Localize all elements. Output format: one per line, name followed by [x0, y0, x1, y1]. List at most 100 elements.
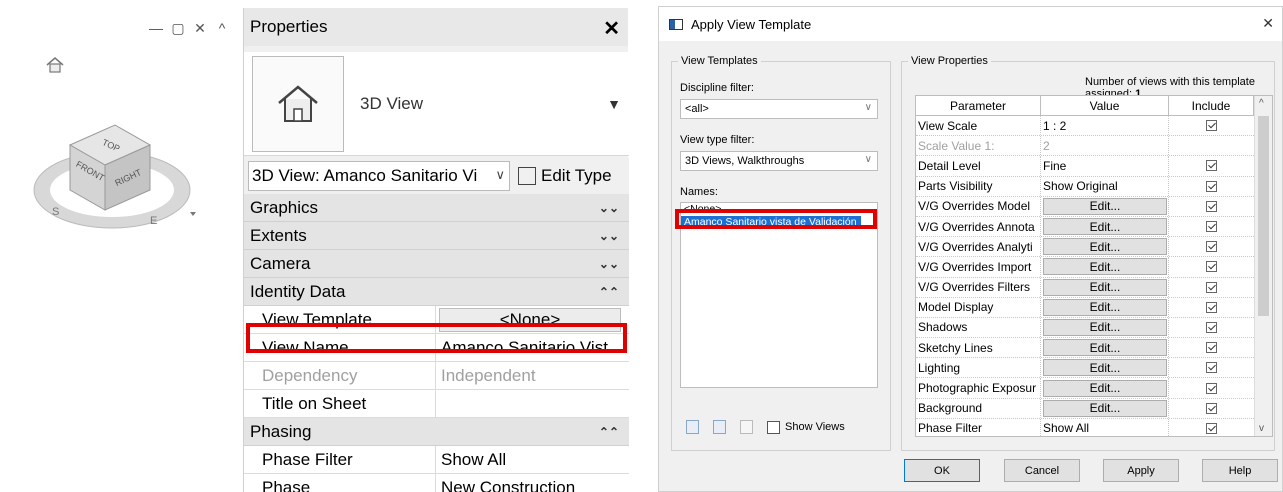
list-item[interactable]: <None> — [681, 203, 877, 216]
row-phase: Phase New Construction — [244, 474, 629, 492]
chevron-down-icon[interactable]: ∨ — [495, 167, 505, 183]
section-phasing[interactable]: Phasing ⌃⌃ — [244, 418, 629, 446]
close-icon[interactable]: ✕ — [603, 16, 620, 41]
names-list[interactable]: <None> Amanco Sanitario vista de Validac… — [680, 202, 878, 388]
ok-button[interactable]: OK — [904, 459, 980, 482]
duplicate-icon[interactable] — [686, 420, 699, 434]
section-camera[interactable]: Camera ⌄⌄ — [244, 250, 629, 278]
value-cell[interactable]: 1 : 2 — [1041, 116, 1169, 136]
show-views-checkbox[interactable]: Show Views — [767, 420, 845, 434]
include-cell — [1169, 419, 1254, 436]
section-extents[interactable]: Extents ⌄⌄ — [244, 222, 629, 250]
include-checkbox[interactable] — [1206, 342, 1217, 354]
include-checkbox[interactable] — [1206, 422, 1217, 434]
view-type-filter-select[interactable]: 3D Views, Walkthroughs ∨ — [680, 151, 878, 171]
group-title: View Templates — [678, 55, 761, 67]
restore-icon[interactable]: ▢ — [170, 20, 186, 37]
row-dependency: Dependency Independent — [244, 362, 629, 390]
value-cell: Edit... — [1041, 257, 1169, 277]
title-on-sheet-field[interactable] — [436, 390, 629, 417]
include-checkbox[interactable] — [1206, 321, 1217, 333]
scroll-down-icon[interactable]: v — [1259, 423, 1264, 434]
value-cell[interactable]: Show All — [1041, 418, 1169, 436]
list-item-selected[interactable]: Amanco Sanitario vista de Validación — [681, 216, 861, 229]
checkbox[interactable] — [767, 420, 780, 434]
phase-field[interactable]: New Construction — [436, 474, 629, 492]
chevron-up-icon[interactable]: ^ — [214, 20, 230, 37]
edit-button[interactable]: Edit... — [1043, 359, 1167, 377]
home-icon[interactable] — [44, 54, 66, 76]
section-graphics[interactable]: Graphics ⌄⌄ — [244, 194, 629, 222]
parameter-cell: V/G Overrides Filters — [916, 277, 1041, 297]
minimize-icon[interactable]: — — [148, 20, 164, 37]
viewport-3d[interactable]: — ▢ ✕ ^ TOP FRONT RIGHT S E — [0, 0, 240, 492]
chevron-down-icon[interactable]: ▼ — [607, 96, 621, 112]
edit-button[interactable]: Edit... — [1043, 399, 1167, 417]
column-header: Parameter — [916, 96, 1041, 115]
include-cell — [1169, 197, 1254, 216]
row-label: View Name — [248, 334, 436, 361]
instance-row: 3D View: Amanco Sanitario Vi ∨ Edit Type — [244, 158, 629, 194]
include-checkbox[interactable] — [1206, 281, 1217, 293]
edit-button[interactable]: Edit... — [1043, 258, 1167, 276]
include-cell — [1169, 378, 1254, 397]
value-cell[interactable]: Show Original — [1041, 176, 1169, 196]
edit-button[interactable]: Edit... — [1043, 218, 1167, 236]
type-selector[interactable]: 3D View ▼ — [244, 52, 629, 156]
parameter-cell: Parts Visibility — [916, 176, 1041, 196]
edit-type-button[interactable]: Edit Type — [518, 166, 612, 186]
instance-selector-label: 3D View: Amanco Sanitario Vi — [252, 166, 478, 185]
section-label: Identity Data — [250, 281, 346, 301]
value-cell[interactable]: Fine — [1041, 156, 1169, 176]
compass-east[interactable]: E — [150, 215, 157, 227]
include-checkbox[interactable] — [1206, 402, 1217, 414]
include-checkbox[interactable] — [1206, 120, 1217, 132]
edit-button[interactable]: Edit... — [1043, 278, 1167, 296]
include-checkbox[interactable] — [1206, 160, 1217, 172]
include-checkbox[interactable] — [1206, 241, 1217, 253]
close-icon[interactable]: ✕ — [1262, 15, 1274, 32]
discipline-filter-select[interactable]: <all> ∨ — [680, 99, 878, 119]
table-row: Model Display Edit... — [916, 297, 1272, 318]
include-cell — [1169, 136, 1254, 155]
edit-button[interactable]: Edit... — [1043, 298, 1167, 316]
compass-south[interactable]: S — [52, 206, 59, 218]
include-checkbox[interactable] — [1206, 261, 1217, 273]
include-checkbox[interactable] — [1206, 180, 1217, 192]
include-checkbox[interactable] — [1206, 301, 1217, 313]
parameter-cell: Sketchy Lines — [916, 338, 1041, 358]
scroll-up-icon[interactable]: ^ — [1259, 98, 1264, 109]
row-view-name: View Name Amanco Sanitario Vist... — [244, 334, 629, 362]
phase-filter-field[interactable]: Show All — [436, 446, 629, 473]
edit-button[interactable]: Edit... — [1043, 318, 1167, 336]
chevron-double-up-icon: ⌃⌃ — [598, 424, 619, 439]
close-icon[interactable]: ✕ — [192, 20, 208, 37]
delete-icon[interactable] — [740, 420, 753, 434]
include-checkbox[interactable] — [1206, 200, 1217, 212]
section-label: Graphics — [250, 197, 319, 217]
parameter-cell: View Scale — [916, 116, 1041, 136]
apply-button[interactable]: Apply — [1103, 459, 1179, 482]
edit-button[interactable]: Edit... — [1043, 379, 1167, 397]
edit-button[interactable]: Edit... — [1043, 238, 1167, 256]
help-button[interactable]: Help — [1202, 459, 1278, 482]
include-cell — [1169, 278, 1254, 297]
instance-selector[interactable]: 3D View: Amanco Sanitario Vi ∨ — [248, 161, 510, 191]
view-name-field[interactable]: Amanco Sanitario Vist... — [436, 334, 629, 361]
house-icon — [278, 85, 318, 122]
edit-button[interactable]: Edit... — [1043, 197, 1167, 215]
scrollbar-thumb[interactable] — [1258, 116, 1269, 316]
include-checkbox[interactable] — [1206, 362, 1217, 374]
view-cube[interactable]: TOP FRONT RIGHT S E — [30, 90, 210, 250]
include-checkbox[interactable] — [1206, 221, 1217, 233]
include-checkbox[interactable] — [1206, 382, 1217, 394]
view-template-button[interactable]: <None> — [439, 307, 621, 332]
edit-button[interactable]: Edit... — [1043, 339, 1167, 357]
section-identity-data[interactable]: Identity Data ⌃⌃ — [244, 278, 629, 306]
rename-icon[interactable] — [713, 420, 726, 434]
table-row: View Scale 1 : 2 — [916, 116, 1272, 137]
cancel-button[interactable]: Cancel — [1004, 459, 1080, 482]
row-label: Phase Filter — [248, 446, 436, 473]
table-scrollbar[interactable]: ^ v — [1254, 96, 1272, 436]
cube-menu-icon[interactable] — [190, 212, 196, 216]
